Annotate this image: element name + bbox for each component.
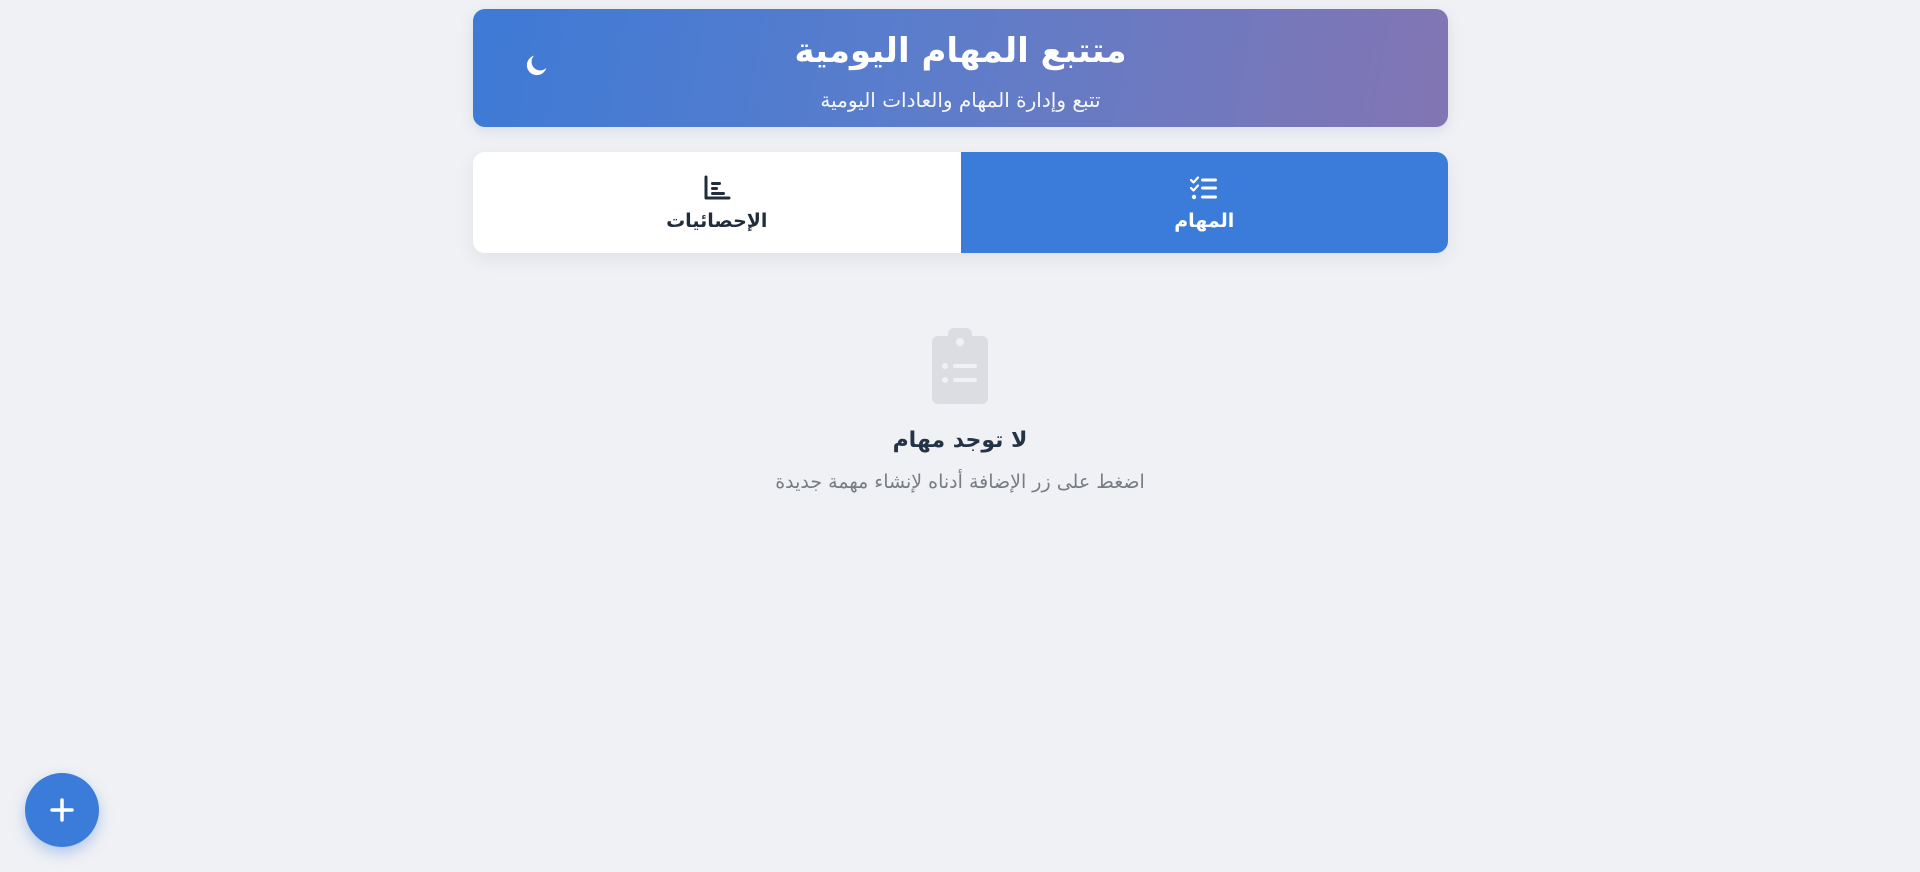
empty-state-title: لا توجد مهام: [892, 428, 1028, 453]
bar-chart-icon: [703, 173, 731, 203]
plus-icon: [50, 798, 74, 822]
tab-statistics-label: الإحصائيات: [666, 209, 768, 232]
add-task-button[interactable]: [25, 773, 99, 847]
empty-state-description: اضغط على زر الإضافة أدناه لإنشاء مهمة جد…: [775, 471, 1145, 493]
theme-toggle-button[interactable]: [515, 43, 559, 87]
clipboard-list-icon: [930, 326, 990, 406]
tasks-list-icon: [1189, 173, 1219, 203]
tab-statistics[interactable]: الإحصائيات: [473, 152, 961, 253]
tab-bar: المهام الإحصائيات: [473, 152, 1448, 253]
empty-state: لا توجد مهام اضغط على زر الإضافة أدناه ل…: [0, 326, 1920, 494]
tab-tasks-label: المهام: [1174, 209, 1235, 232]
app-root: متتبع المهام اليومية تتبع وإدارة المهام …: [0, 0, 1920, 872]
app-title: متتبع المهام اليومية: [794, 31, 1127, 71]
app-header: متتبع المهام اليومية تتبع وإدارة المهام …: [473, 9, 1448, 127]
moon-icon: [526, 55, 547, 76]
tab-tasks[interactable]: المهام: [960, 152, 1448, 253]
app-subtitle: تتبع وإدارة المهام والعادات اليومية: [820, 88, 1101, 112]
